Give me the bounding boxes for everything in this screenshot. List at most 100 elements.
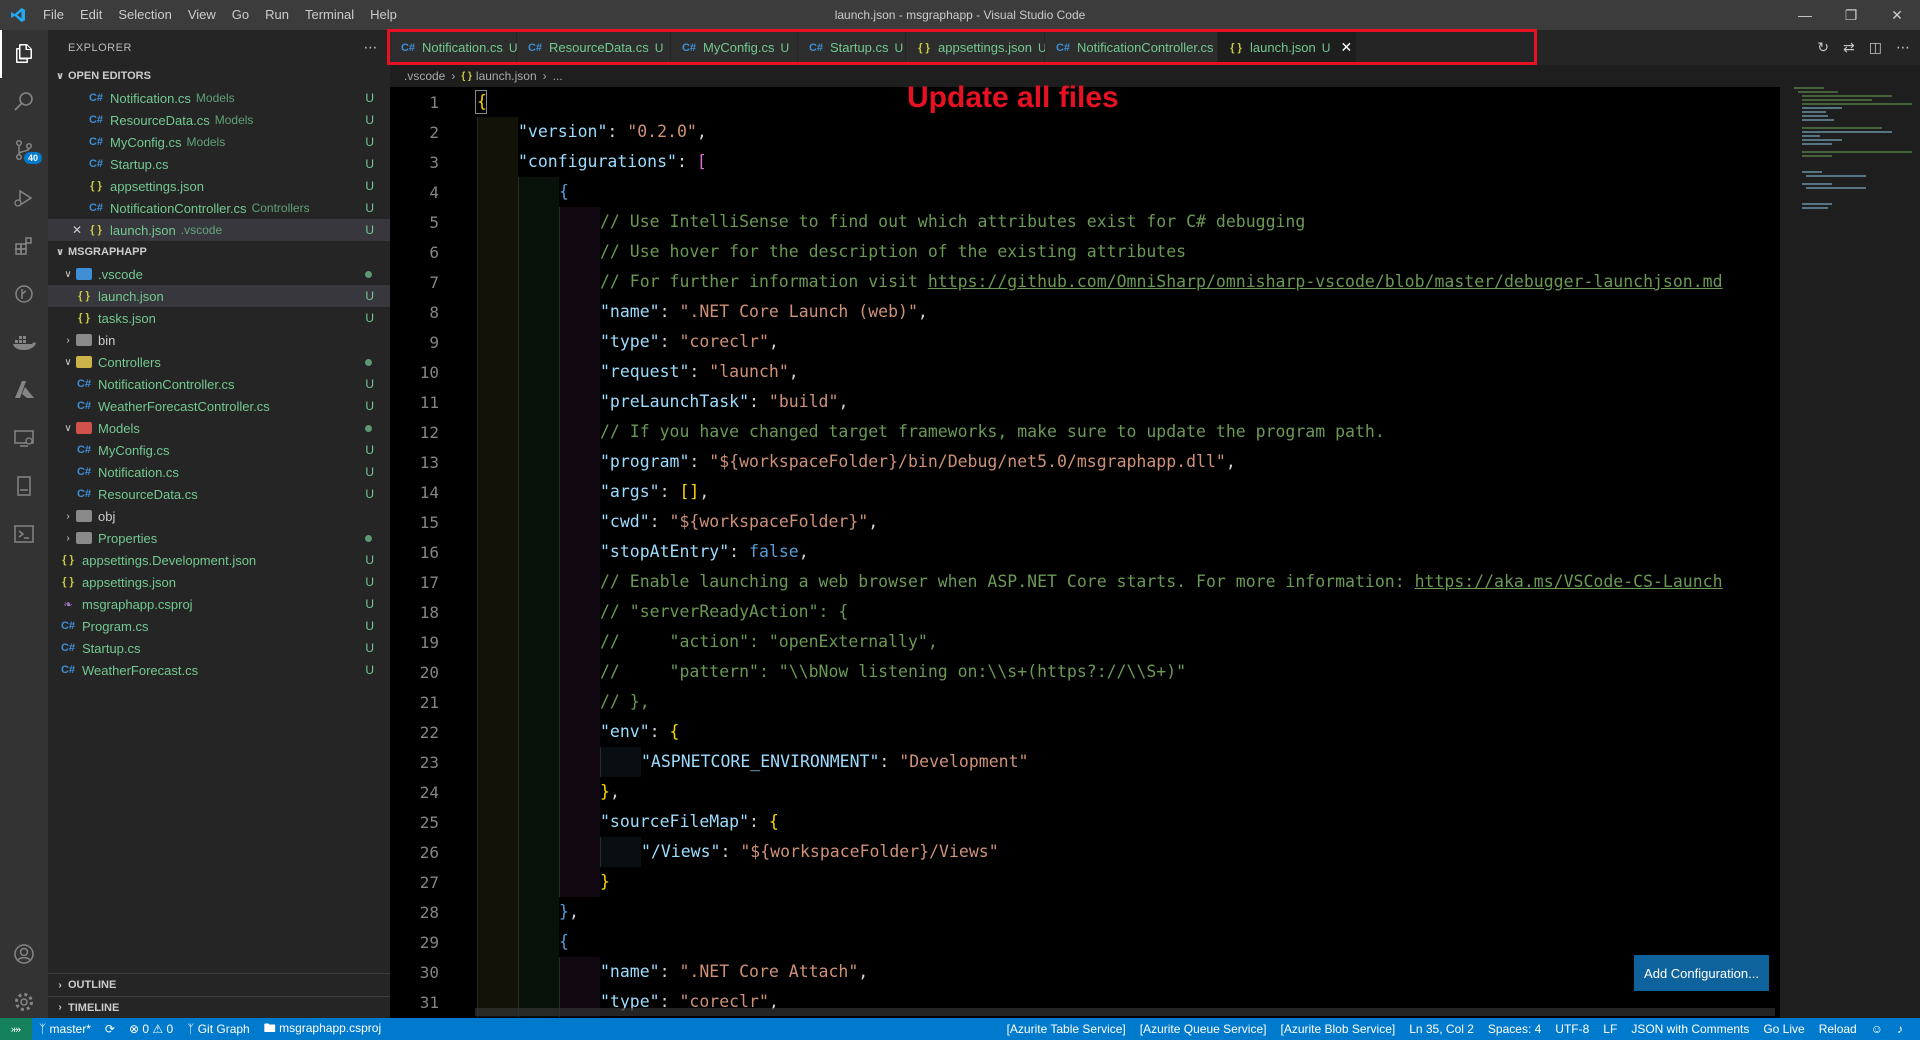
indent-guide <box>559 417 600 447</box>
restore-icon[interactable]: ❐ <box>1828 0 1874 30</box>
split-editor-icon[interactable]: ◫ <box>1869 39 1882 56</box>
folder-item[interactable]: › obj <box>48 505 390 527</box>
status-item-0[interactable]: [Azurite Table Service] <box>1000 1022 1133 1036</box>
add-configuration-button[interactable]: Add Configuration... <box>1634 955 1769 991</box>
open-editors-header[interactable]: ∨ OPEN EDITORS <box>48 65 390 87</box>
menu-item-view[interactable]: View <box>180 0 224 30</box>
open-changes-icon[interactable]: ⇄ <box>1843 39 1855 56</box>
menu-item-terminal[interactable]: Terminal <box>297 0 362 30</box>
tab-launch-json[interactable]: { } launch.json U ✕ <box>1218 30 1357 65</box>
status-item-9[interactable]: Reload <box>1812 1022 1864 1036</box>
tab-notification-cs[interactable]: C# Notification.cs U <box>390 30 518 65</box>
accounts-icon[interactable] <box>0 930 48 978</box>
annotation-text: Update all files <box>907 81 1119 114</box>
open-timeline-icon[interactable]: ↻ <box>1817 39 1829 56</box>
file-folder: .vscode <box>180 223 223 237</box>
close-icon[interactable]: ✕ <box>72 223 88 237</box>
bracket-match-highlight <box>475 90 487 114</box>
menu-item-edit[interactable]: Edit <box>72 0 110 30</box>
folder-item[interactable]: ∨ Models <box>48 417 390 439</box>
search-icon[interactable] <box>0 78 48 126</box>
bookmark-icon[interactable] <box>0 462 48 510</box>
outline-header[interactable]: › OUTLINE <box>48 974 390 996</box>
file-item[interactable]: { } launch.json U <box>48 285 390 307</box>
folder-item[interactable]: › bin <box>48 329 390 351</box>
menu-item-help[interactable]: Help <box>362 0 405 30</box>
branch-status[interactable]: ᛉ master* <box>32 1022 98 1036</box>
status-item-2[interactable]: [Azurite Blob Service] <box>1273 1022 1402 1036</box>
status-item-5[interactable]: UTF-8 <box>1548 1022 1596 1036</box>
azure-icon[interactable] <box>0 366 48 414</box>
breadcrumb-folder[interactable]: .vscode <box>404 69 445 83</box>
tab-appsettings-json[interactable]: { } appsettings.json U <box>906 30 1047 65</box>
menu-item-file[interactable]: File <box>35 0 72 30</box>
sync-icon[interactable]: ⟳ <box>98 1022 122 1036</box>
file-item[interactable]: C# Program.cs U <box>48 615 390 637</box>
code-area[interactable]: {"version": "0.2.0", "configurations": [{… <box>475 87 1780 1018</box>
indent-guide <box>518 357 559 387</box>
minimap[interactable] <box>1780 87 1920 1018</box>
breadcrumb-more[interactable]: ... <box>553 69 563 83</box>
open-editor-item[interactable]: C# Startup.cs U <box>48 153 390 175</box>
file-item[interactable]: C# WeatherForecastController.cs U <box>48 395 390 417</box>
tab-notificationcontroller-cs[interactable]: C#NotificationController.csU <box>1045 30 1228 65</box>
file-item[interactable]: C# Notification.cs U <box>48 461 390 483</box>
file-item[interactable]: C# Startup.cs U <box>48 637 390 659</box>
project-status[interactable]: 🖿 msgraphapp.csproj <box>257 1019 388 1040</box>
code-editor[interactable]: 1 2 3 4 5 6 7 8 9 10 11 12 13 14 15 16 17 18 19 20 21 22 23 24 2… <box>390 87 1780 1018</box>
problems-status[interactable]: ⊗ 0 ⚠ 0 <box>122 1022 180 1036</box>
code-line: // "serverReadyAction": { <box>600 602 849 621</box>
minimize-icon[interactable]: — <box>1782 0 1828 30</box>
file-item[interactable]: C# MyConfig.cs U <box>48 439 390 461</box>
close-icon[interactable]: ✕ <box>1340 39 1352 56</box>
git-graph-status[interactable]: ᛉ Git Graph <box>180 1022 257 1036</box>
open-editor-item[interactable]: ✕{ } launch.json .vscode U <box>48 219 390 241</box>
menu-item-selection[interactable]: Selection <box>110 0 179 30</box>
tab-myconfig-cs[interactable]: C# MyConfig.cs U <box>671 30 798 65</box>
file-item[interactable]: { } appsettings.Development.json U <box>48 549 390 571</box>
file-item[interactable]: { } appsettings.json U <box>48 571 390 593</box>
timeline-header[interactable]: › TIMELINE <box>48 996 390 1018</box>
open-editor-item[interactable]: C# Notification.cs Models U <box>48 87 390 109</box>
extensions-icon[interactable] <box>0 222 48 270</box>
git-graph-icon[interactable] <box>0 270 48 318</box>
status-item-7[interactable]: JSON with Comments <box>1624 1022 1756 1036</box>
breadcrumb-file[interactable]: launch.json <box>476 69 537 83</box>
notifications-bell-icon[interactable]: ♪ <box>1890 1022 1910 1036</box>
open-editor-item[interactable]: C# NotificationController.cs Controllers U <box>48 197 390 219</box>
file-item[interactable]: ❧ msgraphapp.csproj U <box>48 593 390 615</box>
file-item[interactable]: { } tasks.json U <box>48 307 390 329</box>
folder-item[interactable]: ∨ Controllers <box>48 351 390 373</box>
remote-explorer-icon[interactable] <box>0 414 48 462</box>
project-header[interactable]: ∨ MSGRAPHAPP <box>48 241 390 263</box>
menu-item-run[interactable]: Run <box>257 0 297 30</box>
status-item-6[interactable]: LF <box>1596 1022 1624 1036</box>
source-control-icon[interactable]: 40 <box>0 126 48 174</box>
remote-icon[interactable]: ⤗ <box>0 1018 32 1040</box>
open-editor-item[interactable]: C# ResourceData.cs Models U <box>48 109 390 131</box>
open-editor-item[interactable]: { } appsettings.json U <box>48 175 390 197</box>
file-item[interactable]: C# ResourceData.cs U <box>48 483 390 505</box>
terminal-panel-icon[interactable] <box>0 510 48 558</box>
tab-startup-cs[interactable]: C# Startup.cs U <box>798 30 906 65</box>
folder-item[interactable]: › Properties <box>48 527 390 549</box>
open-editor-item[interactable]: C# MyConfig.cs Models U <box>48 131 390 153</box>
status-item-4[interactable]: Spaces: 4 <box>1481 1022 1548 1036</box>
file-item[interactable]: C# NotificationController.cs U <box>48 373 390 395</box>
more-actions-icon[interactable]: ⋯ <box>1896 39 1910 56</box>
menu-item-go[interactable]: Go <box>224 0 257 30</box>
folder-item[interactable]: ∨ .vscode <box>48 263 390 285</box>
explorer-icon[interactable] <box>0 30 48 78</box>
status-item-3[interactable]: Ln 35, Col 2 <box>1402 1022 1481 1036</box>
accounts-status-icon[interactable]: ☺ <box>1864 1022 1890 1036</box>
run-debug-icon[interactable] <box>0 174 48 222</box>
line-number: 11 <box>419 393 439 412</box>
close-window-icon[interactable]: ✕ <box>1874 0 1920 30</box>
file-item[interactable]: C# WeatherForecast.cs U <box>48 659 390 681</box>
status-item-8[interactable]: Go Live <box>1756 1022 1811 1036</box>
status-item-1[interactable]: [Azurite Queue Service] <box>1133 1022 1274 1036</box>
horizontal-scrollbar[interactable] <box>475 1008 1775 1016</box>
tab-resourcedata-cs[interactable]: C# ResourceData.cs U <box>517 30 671 65</box>
docker-icon[interactable] <box>0 318 48 366</box>
more-actions-icon[interactable]: ⋯ <box>364 39 379 56</box>
